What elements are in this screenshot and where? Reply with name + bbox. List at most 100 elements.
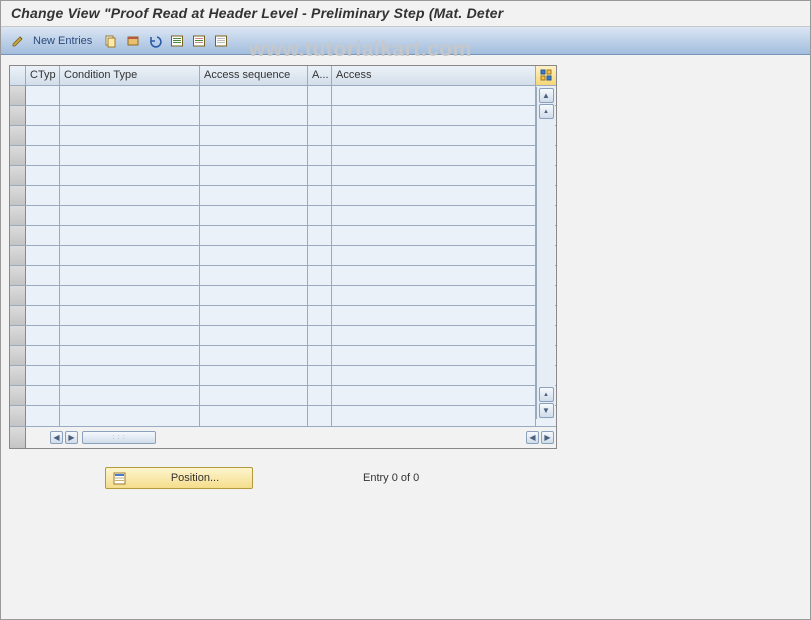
cell-ctyp[interactable]	[26, 286, 60, 305]
row-selector[interactable]	[10, 306, 26, 325]
row-selector[interactable]	[10, 226, 26, 245]
select-block-icon[interactable]	[190, 32, 208, 50]
cell-condition-type[interactable]	[60, 366, 200, 385]
cell-access-sequence[interactable]	[200, 86, 308, 105]
row-selector[interactable]	[10, 326, 26, 345]
cell-access-sequence[interactable]	[200, 346, 308, 365]
scroll-left2-icon[interactable]: ◀	[526, 431, 539, 444]
cell-condition-type[interactable]	[60, 286, 200, 305]
cell-a[interactable]	[308, 226, 332, 245]
cell-ctyp[interactable]	[26, 266, 60, 285]
cell-access[interactable]	[332, 286, 535, 305]
cell-a[interactable]	[308, 346, 332, 365]
position-button[interactable]: Position...	[105, 467, 253, 489]
row-selector[interactable]	[10, 406, 26, 426]
cell-ctyp[interactable]	[26, 146, 60, 165]
scroll-thumb-left[interactable]: : : :	[82, 431, 156, 444]
cell-ctyp[interactable]	[26, 406, 60, 426]
copy-as-icon[interactable]	[102, 32, 120, 50]
cell-ctyp[interactable]	[26, 326, 60, 345]
cell-ctyp[interactable]	[26, 86, 60, 105]
cell-access[interactable]	[332, 406, 535, 426]
cell-access-sequence[interactable]	[200, 286, 308, 305]
cell-access[interactable]	[332, 86, 535, 105]
row-selector-header[interactable]	[10, 66, 26, 85]
cell-condition-type[interactable]	[60, 406, 200, 426]
cell-access[interactable]	[332, 166, 535, 185]
cell-condition-type[interactable]	[60, 186, 200, 205]
row-selector[interactable]	[10, 106, 26, 125]
cell-ctyp[interactable]	[26, 346, 60, 365]
cell-access[interactable]	[332, 306, 535, 325]
cell-condition-type[interactable]	[60, 386, 200, 405]
cell-ctyp[interactable]	[26, 246, 60, 265]
cell-a[interactable]	[308, 106, 332, 125]
cell-access-sequence[interactable]	[200, 106, 308, 125]
cell-access[interactable]	[332, 106, 535, 125]
scroll-right-icon[interactable]: ▶	[65, 431, 78, 444]
row-selector[interactable]	[10, 166, 26, 185]
cell-access[interactable]	[332, 246, 535, 265]
row-selector[interactable]	[10, 366, 26, 385]
scroll-up-icon[interactable]: ▲	[539, 88, 554, 103]
cell-access-sequence[interactable]	[200, 186, 308, 205]
row-selector[interactable]	[10, 86, 26, 105]
cell-a[interactable]	[308, 286, 332, 305]
cell-ctyp[interactable]	[26, 386, 60, 405]
vertical-scrollbar[interactable]: ▲ ▲ ▲ ▼	[536, 87, 555, 419]
row-selector[interactable]	[10, 246, 26, 265]
cell-access-sequence[interactable]	[200, 366, 308, 385]
row-selector[interactable]	[10, 206, 26, 225]
scroll-right2-icon[interactable]: ▶	[541, 431, 554, 444]
cell-condition-type[interactable]	[60, 106, 200, 125]
cell-ctyp[interactable]	[26, 106, 60, 125]
row-selector[interactable]	[10, 346, 26, 365]
cell-access[interactable]	[332, 226, 535, 245]
cell-access-sequence[interactable]	[200, 206, 308, 225]
cell-condition-type[interactable]	[60, 126, 200, 145]
cell-access-sequence[interactable]	[200, 126, 308, 145]
cell-ctyp[interactable]	[26, 306, 60, 325]
cell-a[interactable]	[308, 406, 332, 426]
cell-a[interactable]	[308, 386, 332, 405]
column-header-a[interactable]: A...	[308, 66, 332, 85]
cell-condition-type[interactable]	[60, 86, 200, 105]
scroll-up-step-icon[interactable]: ▲	[539, 104, 554, 119]
deselect-all-icon[interactable]	[212, 32, 230, 50]
cell-condition-type[interactable]	[60, 346, 200, 365]
column-header-access[interactable]: Access	[332, 66, 535, 85]
cell-ctyp[interactable]	[26, 366, 60, 385]
cell-access[interactable]	[332, 386, 535, 405]
cell-a[interactable]	[308, 266, 332, 285]
scroll-down-icon[interactable]: ▼	[539, 403, 554, 418]
cell-ctyp[interactable]	[26, 166, 60, 185]
cell-a[interactable]	[308, 86, 332, 105]
delete-icon[interactable]	[124, 32, 142, 50]
cell-a[interactable]	[308, 306, 332, 325]
cell-a[interactable]	[308, 206, 332, 225]
undo-icon[interactable]	[146, 32, 164, 50]
cell-ctyp[interactable]	[26, 226, 60, 245]
cell-condition-type[interactable]	[60, 306, 200, 325]
cell-a[interactable]	[308, 326, 332, 345]
cell-a[interactable]	[308, 186, 332, 205]
table-settings-icon[interactable]	[535, 66, 556, 85]
cell-access-sequence[interactable]	[200, 326, 308, 345]
cell-access-sequence[interactable]	[200, 266, 308, 285]
cell-access[interactable]	[332, 366, 535, 385]
cell-access[interactable]	[332, 346, 535, 365]
cell-condition-type[interactable]	[60, 326, 200, 345]
cell-access-sequence[interactable]	[200, 386, 308, 405]
scroll-left-icon[interactable]: ◀	[50, 431, 63, 444]
row-selector[interactable]	[10, 266, 26, 285]
cell-access[interactable]	[332, 126, 535, 145]
select-all-icon[interactable]	[168, 32, 186, 50]
cell-access-sequence[interactable]	[200, 246, 308, 265]
cell-condition-type[interactable]	[60, 246, 200, 265]
cell-access[interactable]	[332, 326, 535, 345]
cell-condition-type[interactable]	[60, 146, 200, 165]
cell-condition-type[interactable]	[60, 266, 200, 285]
scroll-down-step-icon[interactable]: ▲	[539, 387, 554, 402]
cell-access-sequence[interactable]	[200, 166, 308, 185]
cell-ctyp[interactable]	[26, 126, 60, 145]
